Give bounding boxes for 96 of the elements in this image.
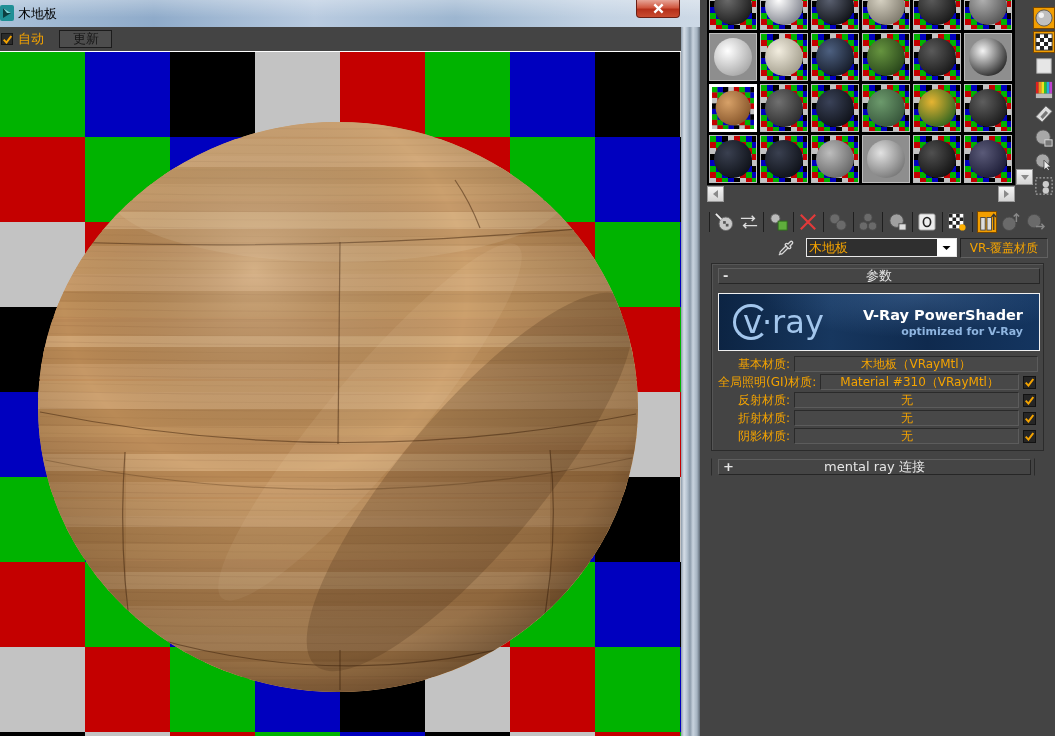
material-slot[interactable] bbox=[862, 84, 910, 132]
sample-sphere-icon bbox=[710, 136, 756, 182]
two-spheres-icon bbox=[829, 213, 848, 231]
tool-button[interactable] bbox=[1033, 79, 1055, 101]
cross-icon bbox=[799, 213, 818, 231]
sphere-up-icon bbox=[1002, 213, 1021, 231]
color-bars-icon bbox=[1035, 81, 1053, 99]
three-spheres-icon bbox=[858, 213, 877, 231]
material-slot[interactable] bbox=[964, 84, 1012, 132]
square-icon bbox=[1035, 57, 1053, 75]
material-slot[interactable] bbox=[964, 135, 1012, 183]
caret-down-icon bbox=[1020, 174, 1029, 180]
sphere-arrow-icon bbox=[715, 213, 734, 231]
auto-checkbox[interactable] bbox=[1, 33, 13, 45]
material-slot[interactable] bbox=[760, 33, 808, 81]
sphere-stack-icon bbox=[888, 213, 907, 231]
banner-subtitle: optimized for V-Ray bbox=[901, 324, 1023, 339]
tool-button[interactable] bbox=[1033, 7, 1055, 29]
material-slot[interactable] bbox=[760, 135, 808, 183]
eyedropper-icon[interactable] bbox=[778, 239, 794, 256]
sample-sphere-icon bbox=[812, 136, 858, 182]
material-slot[interactable] bbox=[913, 33, 961, 81]
material-slot[interactable] bbox=[811, 135, 859, 183]
param-label: 反射材质: bbox=[736, 392, 790, 408]
param-label: 折射材质: bbox=[736, 410, 790, 426]
film-strip-icon bbox=[1035, 105, 1053, 123]
close-button[interactable] bbox=[636, 0, 680, 18]
banner-title: V-Ray PowerShader bbox=[862, 305, 1023, 325]
sample-sphere-icon bbox=[761, 34, 807, 80]
tool-button[interactable] bbox=[1033, 175, 1055, 197]
material-slot[interactable] bbox=[709, 135, 757, 183]
checkbox[interactable] bbox=[1023, 393, 1036, 407]
check-icon bbox=[2, 34, 12, 44]
caret-right-icon bbox=[1004, 190, 1009, 198]
material-type-button[interactable]: VR-覆盖材质 bbox=[960, 237, 1048, 258]
sample-sphere-icon bbox=[812, 34, 858, 80]
material-slot[interactable] bbox=[913, 84, 961, 132]
checkbox-label: 自动 bbox=[18, 31, 44, 47]
sphere-cursor-icon bbox=[1035, 153, 1053, 171]
checker-dot-icon bbox=[948, 213, 967, 231]
sphere-right-icon bbox=[1026, 213, 1045, 231]
sample-sphere-icon bbox=[914, 34, 960, 80]
param-label: 基本材质: bbox=[736, 356, 790, 372]
material-slot[interactable] bbox=[811, 33, 859, 81]
caret-left-icon bbox=[713, 190, 718, 198]
tool-button[interactable] bbox=[1033, 55, 1055, 77]
checkbox[interactable] bbox=[1023, 411, 1036, 425]
material-value-button[interactable]: 无 bbox=[794, 392, 1019, 408]
scroll-down-button[interactable] bbox=[1016, 169, 1033, 185]
material-slot[interactable] bbox=[862, 33, 910, 81]
sphere-icon bbox=[1035, 9, 1053, 27]
tool-button[interactable] bbox=[887, 211, 908, 233]
app-icon bbox=[0, 5, 14, 21]
tool-button[interactable] bbox=[917, 211, 938, 233]
material-slot[interactable] bbox=[913, 135, 961, 183]
tool-button[interactable] bbox=[1033, 31, 1055, 53]
sphere-window-icon bbox=[1035, 129, 1053, 147]
scroll-right-button[interactable] bbox=[998, 186, 1015, 202]
material-slot[interactable] bbox=[811, 84, 859, 132]
param-label: 阴影材质: bbox=[736, 428, 790, 444]
material-slot[interactable] bbox=[760, 84, 808, 132]
material-value-button[interactable]: Material #310（VRayMtl） bbox=[820, 374, 1019, 390]
window-title: 木地板 bbox=[18, 6, 57, 22]
sample-sphere-icon bbox=[761, 85, 807, 131]
sample-sphere-icon bbox=[761, 136, 807, 182]
ring-square-icon bbox=[918, 213, 937, 231]
banner-logo: v·ray bbox=[733, 303, 824, 341]
material-value-button[interactable]: 木地板（VRayMtl） bbox=[794, 356, 1038, 372]
sample-sphere-icon bbox=[965, 136, 1011, 182]
sample-sphere-icon bbox=[914, 85, 960, 131]
checkbox[interactable] bbox=[1023, 429, 1036, 443]
material-value-button[interactable]: 无 bbox=[794, 410, 1019, 426]
checker-icon bbox=[1035, 33, 1053, 51]
sample-sphere-icon bbox=[914, 136, 960, 182]
rollout-header[interactable]: + mental ray 连接 bbox=[718, 459, 1031, 475]
sphere-cube-icon bbox=[769, 213, 788, 231]
tool-button[interactable] bbox=[714, 211, 735, 233]
tool-button[interactable] bbox=[1033, 103, 1055, 125]
material-slot[interactable] bbox=[964, 33, 1012, 81]
tool-button[interactable] bbox=[977, 211, 998, 233]
sample-sphere-icon bbox=[965, 85, 1011, 131]
bars-arrow-icon bbox=[978, 213, 997, 231]
sample-sphere-icon bbox=[863, 34, 909, 80]
material-name-dropdown[interactable]: 木地板 bbox=[806, 238, 957, 257]
rollout-header[interactable]: - 参数 bbox=[718, 268, 1040, 284]
tool-button[interactable] bbox=[947, 211, 968, 233]
sample-sphere-icon bbox=[812, 85, 858, 131]
sample-sphere-icon bbox=[863, 85, 909, 131]
swap-arrows-icon bbox=[739, 213, 758, 231]
sample-sphere-icon bbox=[712, 87, 754, 129]
material-value-button[interactable]: 无 bbox=[794, 428, 1019, 444]
scroll-left-button[interactable] bbox=[707, 186, 724, 202]
checkbox[interactable] bbox=[1023, 375, 1036, 389]
param-label: 全局照明(GI)材质: bbox=[718, 374, 817, 390]
close-icon bbox=[652, 3, 664, 14]
dotted-selection-icon bbox=[1035, 177, 1053, 195]
